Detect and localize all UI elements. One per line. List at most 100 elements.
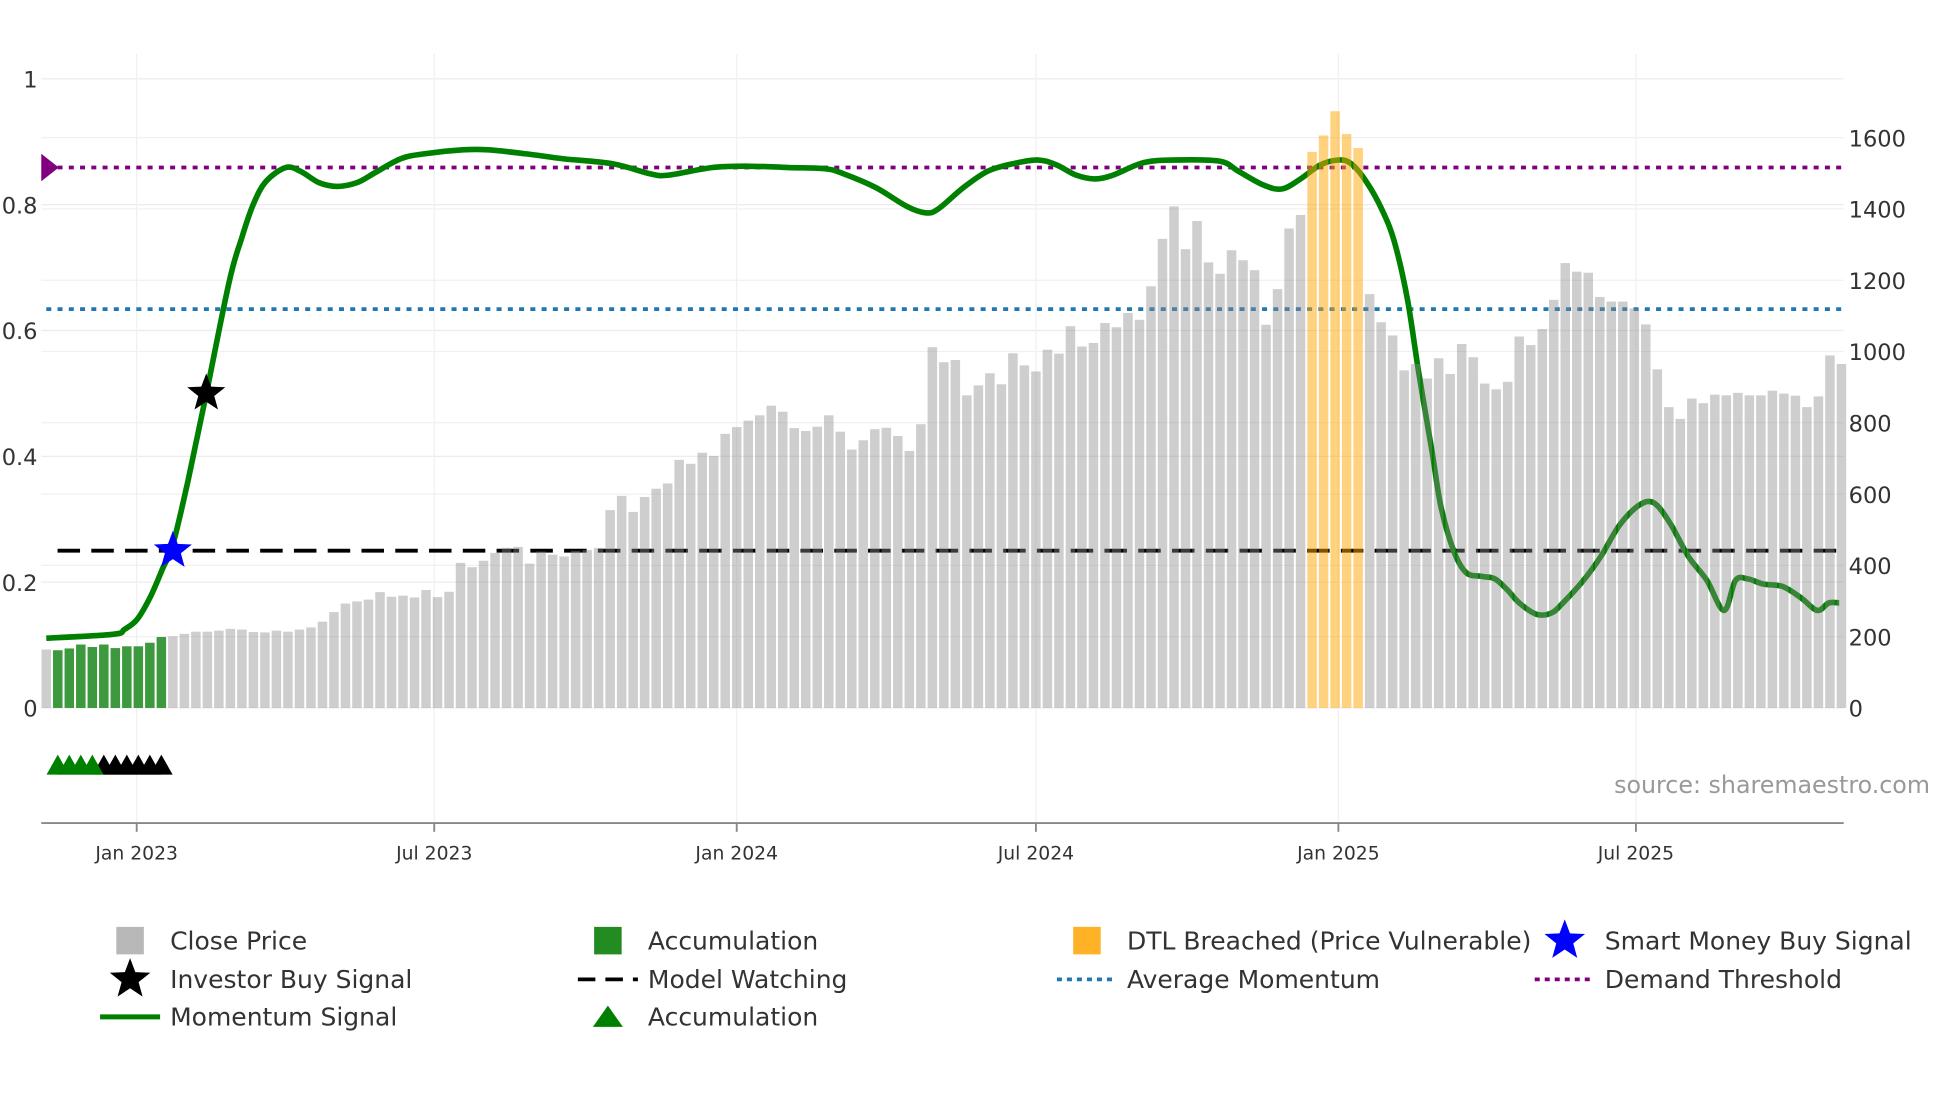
legend-item: Average Momentum xyxy=(1056,965,1380,994)
close-price-bar xyxy=(904,450,915,708)
close-price-bar xyxy=(1537,329,1547,708)
close-price-bar xyxy=(271,630,282,708)
x-tick-label: Jan 2024 xyxy=(694,843,778,864)
close-price-bar xyxy=(674,459,684,708)
close-price-bar xyxy=(1008,353,1018,708)
close-price-bar xyxy=(962,395,972,708)
close-price-bar xyxy=(478,560,489,708)
close-price-bar xyxy=(432,597,443,708)
close-price-bar xyxy=(1065,326,1076,708)
x-tick-label: Jul 2023 xyxy=(395,843,472,864)
close-price-bar xyxy=(1664,407,1674,708)
close-price-bar xyxy=(490,552,500,708)
close-price-bar xyxy=(1031,371,1041,708)
right-tick-label: 1600 xyxy=(1849,126,1906,152)
close-price-bar xyxy=(559,556,569,708)
close-price-bar xyxy=(777,411,788,708)
accumulation-bar xyxy=(76,644,86,708)
legend-triangle-icon xyxy=(592,1005,623,1027)
close-price-bar xyxy=(1652,369,1663,708)
close-price-bar xyxy=(179,633,190,708)
close-price-bar xyxy=(616,495,627,708)
close-price-bar xyxy=(697,452,707,708)
close-price-bar xyxy=(651,488,661,708)
close-price-bar xyxy=(1295,214,1306,708)
legend-star-icon xyxy=(109,958,151,997)
close-price-bar xyxy=(375,592,385,708)
close-price-bar xyxy=(628,511,638,708)
smart-money-buy-star xyxy=(153,530,192,567)
accumulation-bar xyxy=(87,647,98,708)
x-tick-label: Jul 2024 xyxy=(997,843,1074,864)
close-price-bar xyxy=(582,550,592,708)
close-price-bar xyxy=(1468,357,1478,708)
right-tick-label: 800 xyxy=(1849,412,1892,438)
close-price-bar xyxy=(501,547,512,708)
close-price-bar xyxy=(1514,336,1524,708)
close-price-bar xyxy=(824,415,834,708)
close-price-bar xyxy=(1169,206,1179,708)
close-price-bar xyxy=(1629,308,1640,708)
close-price-bar xyxy=(536,551,546,708)
close-price-bar xyxy=(1606,301,1617,708)
close-price-bar xyxy=(1595,296,1605,708)
legend-item: Model Watching xyxy=(577,965,848,994)
close-price-bar xyxy=(1422,378,1432,708)
legend-item: Accumulation xyxy=(592,1003,818,1032)
legend-label: Smart Money Buy Signal xyxy=(1605,926,1912,955)
left-tick-label: 0.2 xyxy=(2,571,38,597)
close-price-bar xyxy=(1284,228,1294,708)
close-price-bar xyxy=(398,595,408,708)
close-price-bar xyxy=(1802,407,1812,708)
close-price-bar xyxy=(386,596,397,708)
close-price-bar xyxy=(191,631,201,708)
dtl-breached-bar xyxy=(1353,147,1363,708)
legend-label: Investor Buy Signal xyxy=(170,965,412,994)
accumulation-bar xyxy=(64,648,75,708)
close-price-bar xyxy=(812,426,823,708)
legend-label: DTL Breached (Price Vulnerable) xyxy=(1127,926,1531,955)
right-tick-label: 0 xyxy=(1849,697,1863,723)
close-price-bar xyxy=(1077,346,1087,708)
close-price-bar xyxy=(1215,273,1225,708)
legend-label: Close Price xyxy=(170,926,307,955)
close-price-bar xyxy=(1548,299,1559,708)
close-price-bar xyxy=(260,632,270,708)
close-price-bar xyxy=(421,589,431,708)
close-price-bar xyxy=(570,550,581,708)
legend-item: Momentum Signal xyxy=(100,1003,397,1032)
close-price-bar xyxy=(1733,392,1743,708)
close-price-bar xyxy=(1433,358,1444,708)
close-price-bar xyxy=(1698,403,1709,708)
close-price-bar xyxy=(1572,271,1582,708)
legend-item: DTL Breached (Price Vulnerable) xyxy=(1073,926,1531,955)
close-price-bar xyxy=(1111,327,1122,708)
close-price-bar xyxy=(754,415,765,708)
close-price-bar xyxy=(1491,389,1501,708)
x-tick-label: Jul 2025 xyxy=(1597,843,1674,864)
momentum-chart: Jan 2023 Jul 2023 Jan 2024 Jul 2024 Jan 2025… xyxy=(2,53,1930,1032)
left-tick-label: 1 xyxy=(23,68,37,94)
close-price-bar xyxy=(1456,344,1467,708)
close-price-bar xyxy=(916,424,926,708)
legend-item: Accumulation xyxy=(594,926,818,955)
x-tick-label: Jan 2025 xyxy=(1296,843,1380,864)
accumulation-bar xyxy=(110,648,121,708)
right-tick-label: 200 xyxy=(1849,625,1892,651)
close-price-bar xyxy=(306,627,316,708)
accumulation-bar xyxy=(99,644,109,708)
accumulation-bar xyxy=(122,646,132,708)
close-price-bar xyxy=(1226,250,1237,708)
close-price-bar xyxy=(835,431,846,708)
close-price-bar xyxy=(444,591,454,708)
close-price-bar xyxy=(547,554,558,708)
close-price-bar xyxy=(893,435,903,708)
close-price-bar xyxy=(1687,398,1697,708)
close-price-bar xyxy=(1019,365,1030,708)
legend-label: Accumulation xyxy=(648,1003,818,1032)
dtl-breached-bar xyxy=(1330,111,1340,708)
close-price-bar xyxy=(214,630,224,708)
close-price-bar xyxy=(1560,263,1571,708)
legend-label: Model Watching xyxy=(648,965,848,994)
left-tick-label: 0.4 xyxy=(2,445,38,471)
